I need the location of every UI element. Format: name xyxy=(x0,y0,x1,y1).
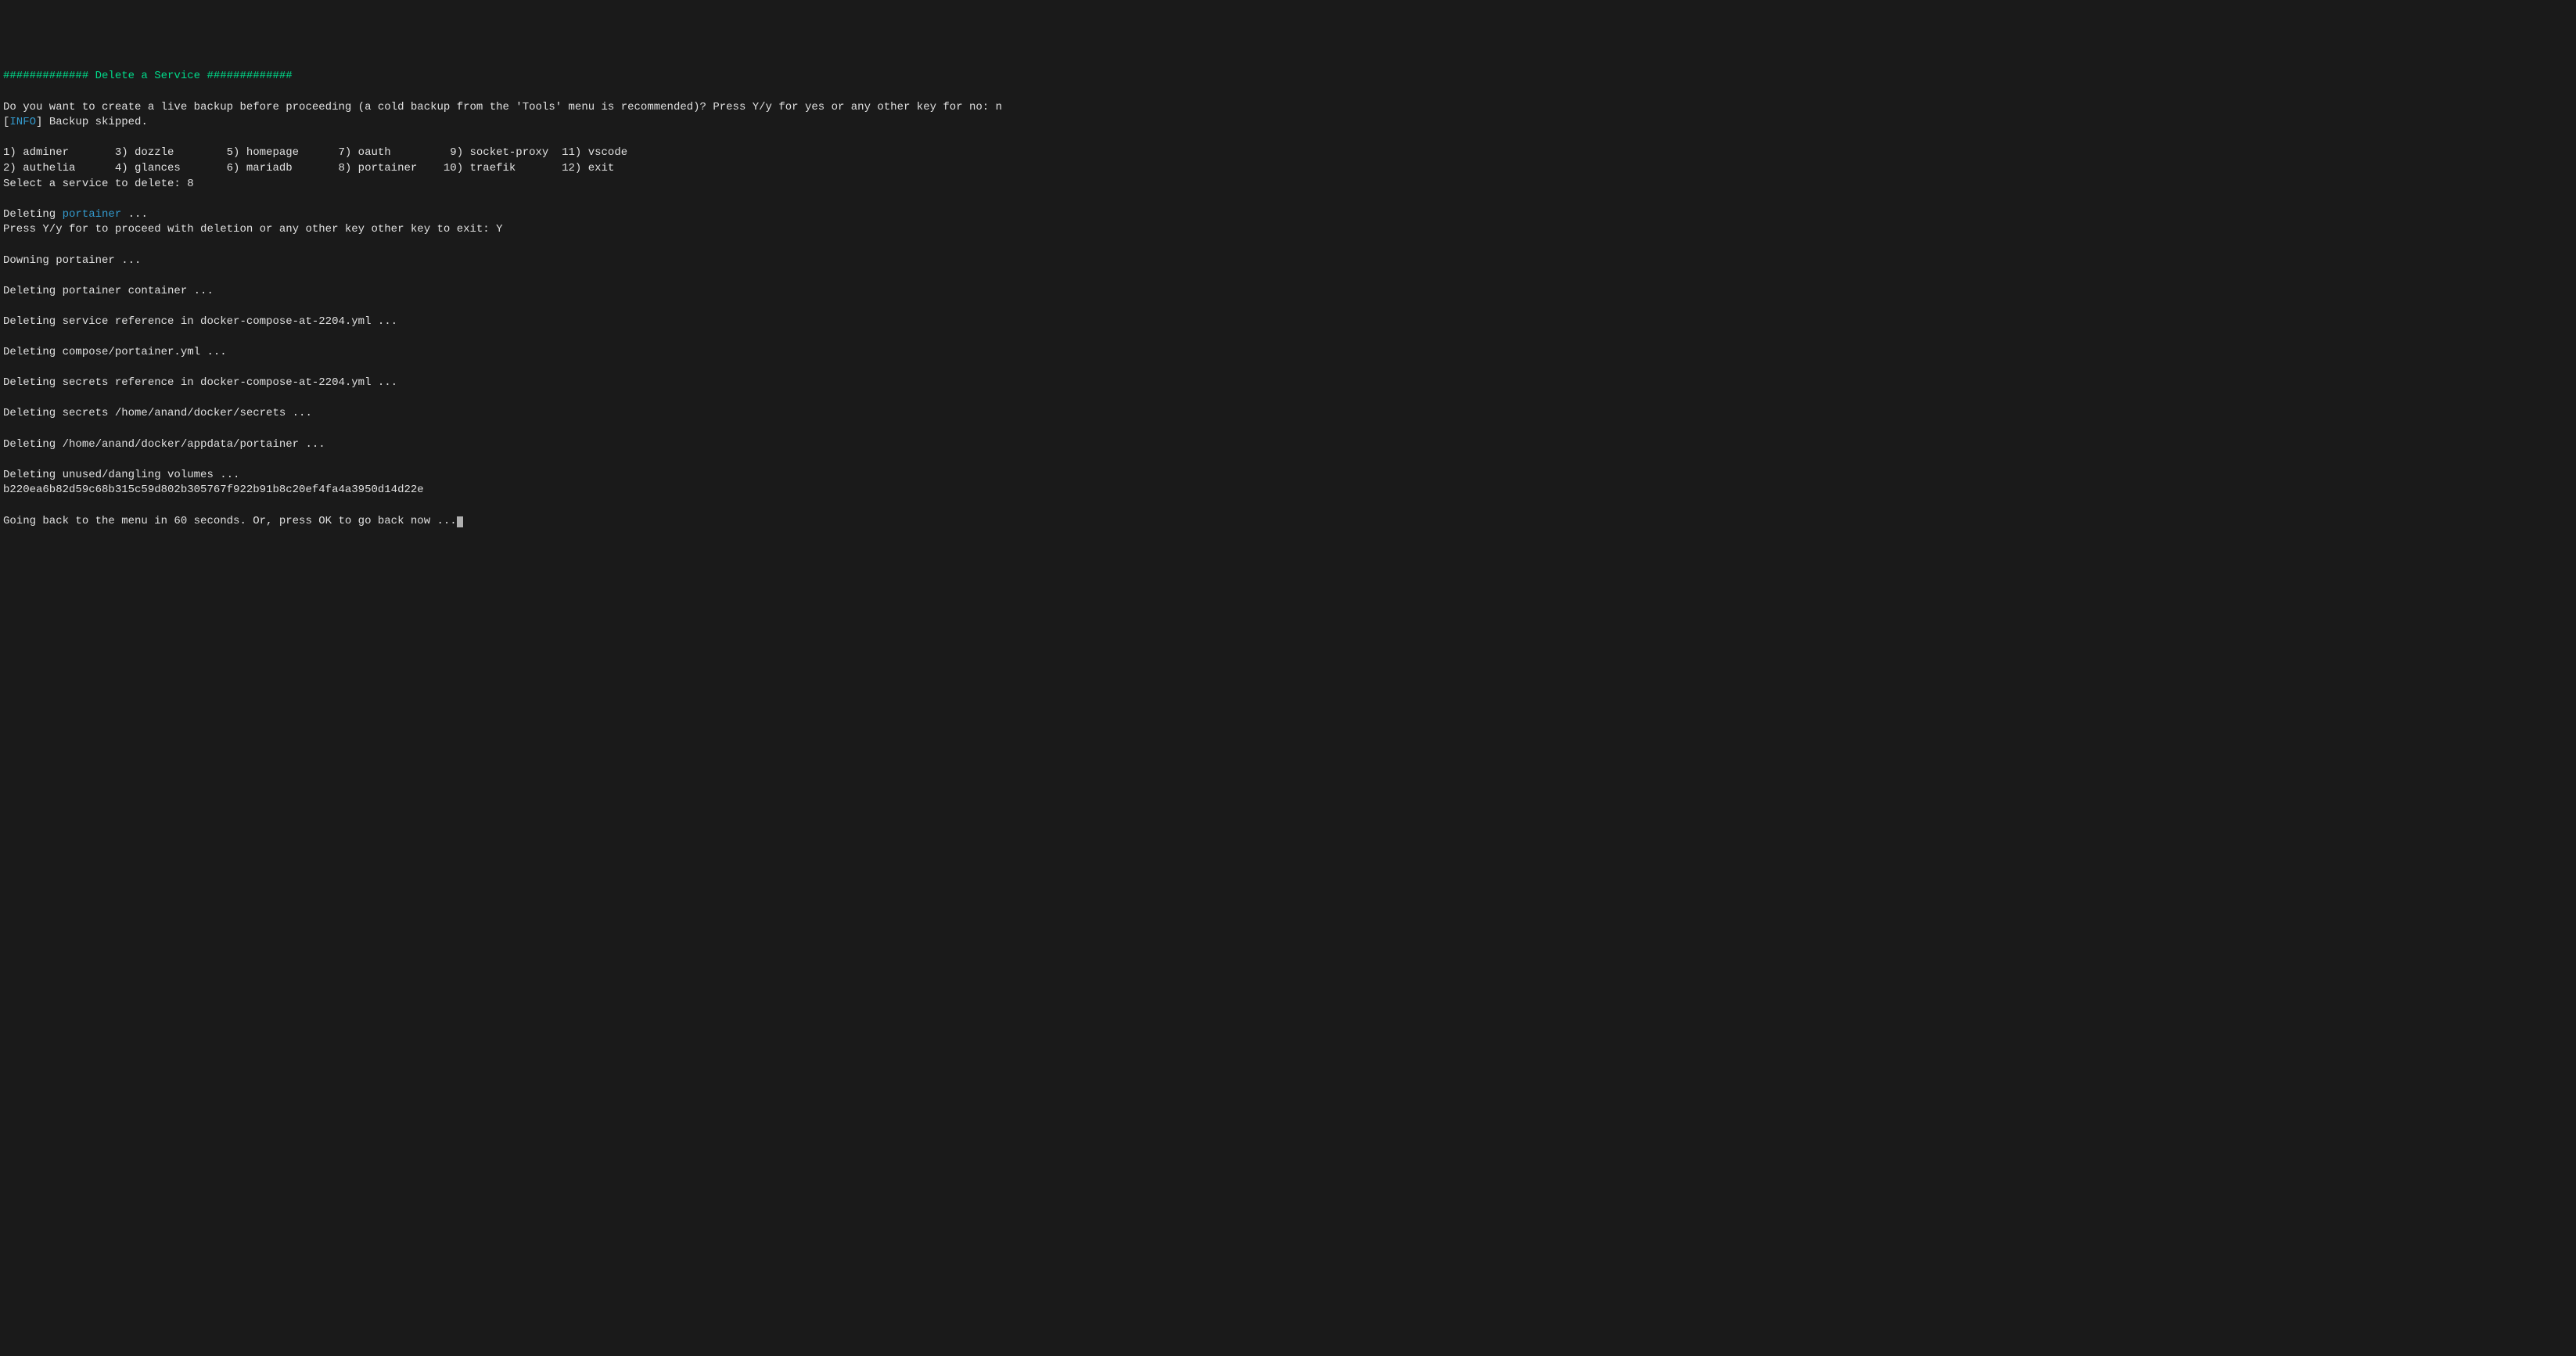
deleting-dots: ... xyxy=(121,208,148,221)
selection-value: 8 xyxy=(187,178,193,190)
header-hash-left: ############# xyxy=(3,70,88,82)
header-title: Delete a Service xyxy=(88,70,207,82)
confirm-prompt: Press Y/y for to proceed with deletion o… xyxy=(3,223,496,236)
progress-compose: Deleting compose/portainer.yml ... xyxy=(3,346,227,358)
progress-appdata: Deleting /home/anand/docker/appdata/port… xyxy=(3,438,325,451)
backup-skipped: Backup skipped. xyxy=(42,116,147,128)
confirm-response: Y xyxy=(496,223,502,236)
header-hash-right: ############# xyxy=(207,70,292,82)
backup-prompt: Do you want to create a live backup befo… xyxy=(3,101,996,113)
services-row-1: 1) adminer 3) dozzle 5) homepage 7) oaut… xyxy=(3,146,627,159)
progress-secrets-path: Deleting secrets /home/anand/docker/secr… xyxy=(3,407,312,419)
cursor-icon xyxy=(457,516,463,527)
footer-goback: Going back to the menu in 60 seconds. Or… xyxy=(3,515,457,527)
progress-secrets-ref: Deleting secrets reference in docker-com… xyxy=(3,376,397,389)
info-label: INFO xyxy=(9,116,36,128)
progress-container: Deleting portainer container ... xyxy=(3,285,214,297)
volume-hash: b220ea6b82d59c68b315c59d802b305767f922b9… xyxy=(3,484,424,496)
services-row-2: 2) authelia 4) glances 6) mariadb 8) por… xyxy=(3,162,614,174)
backup-response: n xyxy=(996,101,1002,113)
progress-downing: Downing portainer ... xyxy=(3,254,141,267)
terminal-output[interactable]: ############# Delete a Service #########… xyxy=(3,69,2573,529)
progress-volumes: Deleting unused/dangling volumes ... xyxy=(3,469,239,481)
select-prompt: Select a service to delete: xyxy=(3,178,187,190)
progress-service-ref: Deleting service reference in docker-com… xyxy=(3,315,397,328)
deleting-service-name: portainer xyxy=(63,208,122,221)
deleting-prefix: Deleting xyxy=(3,208,63,221)
